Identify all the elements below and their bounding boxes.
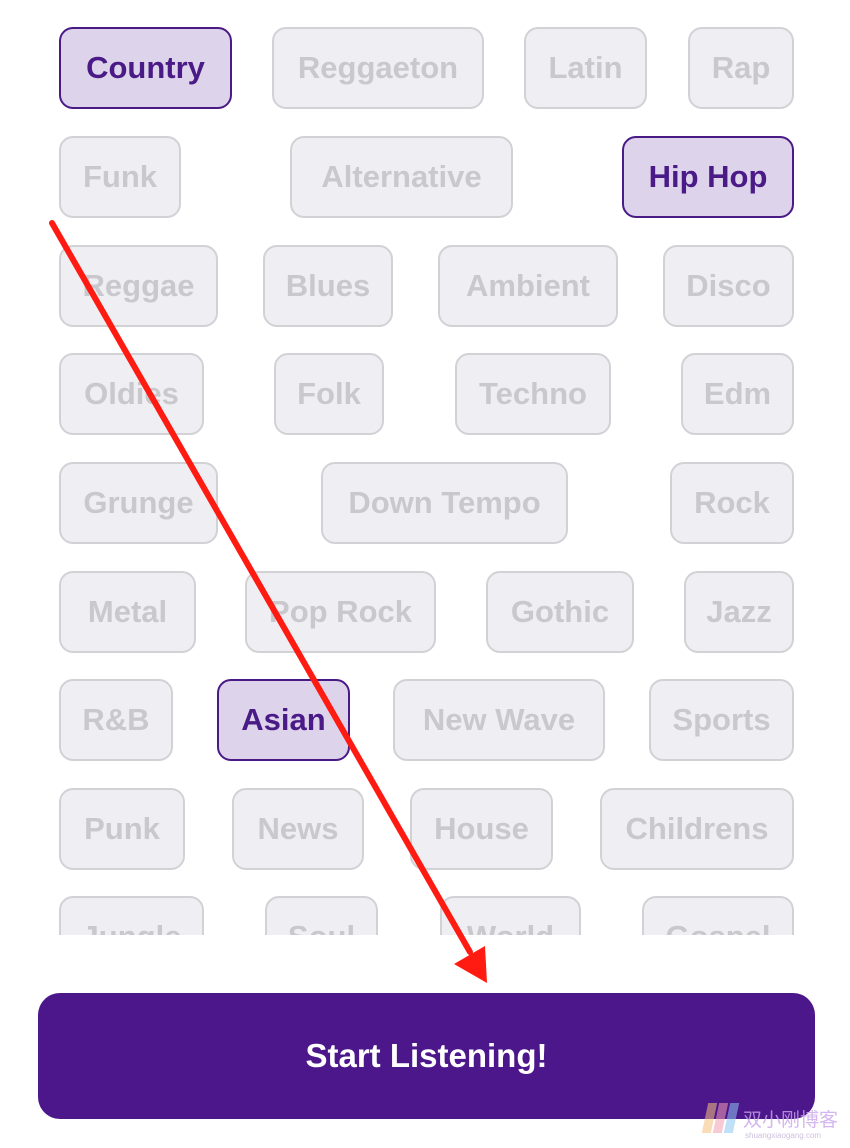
- genre-chip-jungle[interactable]: Jungle: [59, 896, 204, 935]
- genre-chip-folk[interactable]: Folk: [274, 353, 384, 435]
- genre-chip-childrens[interactable]: Childrens: [600, 788, 794, 870]
- genre-chip-reggae[interactable]: Reggae: [59, 245, 218, 327]
- genre-chip-punk[interactable]: Punk: [59, 788, 185, 870]
- genre-chip-rock[interactable]: Rock: [670, 462, 794, 544]
- watermark: 双小刚博客 shuangxiaogang.com: [701, 1103, 850, 1148]
- genre-chip-sports[interactable]: Sports: [649, 679, 794, 761]
- genre-chip-down-tempo[interactable]: Down Tempo: [321, 462, 568, 544]
- genre-chip-country[interactable]: Country: [59, 27, 232, 109]
- watermark-text: 双小刚博客: [743, 1109, 839, 1131]
- genre-chip-blues[interactable]: Blues: [263, 245, 393, 327]
- genre-chip-latin[interactable]: Latin: [524, 27, 647, 109]
- genre-chip-new-wave[interactable]: New Wave: [393, 679, 605, 761]
- start-listening-button[interactable]: Start Listening!: [38, 993, 815, 1119]
- genre-chip-house[interactable]: House: [410, 788, 553, 870]
- genre-chip-news[interactable]: News: [232, 788, 364, 870]
- genre-chip-gospel[interactable]: Gospel: [642, 896, 794, 935]
- genre-chip-rap[interactable]: Rap: [688, 27, 794, 109]
- genre-chip-alternative[interactable]: Alternative: [290, 136, 513, 218]
- genre-chip-asian[interactable]: Asian: [217, 679, 350, 761]
- genre-chip-pop-rock[interactable]: Pop Rock: [245, 571, 436, 653]
- genre-chip-r-and-b[interactable]: R&B: [59, 679, 173, 761]
- genre-chip-grunge[interactable]: Grunge: [59, 462, 218, 544]
- genre-chip-reggaeton[interactable]: Reggaeton: [272, 27, 484, 109]
- genre-chip-jazz[interactable]: Jazz: [684, 571, 794, 653]
- genre-chip-metal[interactable]: Metal: [59, 571, 196, 653]
- genre-chip-gothic[interactable]: Gothic: [486, 571, 634, 653]
- genre-chip-soul[interactable]: Soul: [265, 896, 378, 935]
- genre-chip-hip-hop[interactable]: Hip Hop: [622, 136, 794, 218]
- genre-chip-funk[interactable]: Funk: [59, 136, 181, 218]
- genre-chip-ambient[interactable]: Ambient: [438, 245, 618, 327]
- genre-chip-disco[interactable]: Disco: [663, 245, 794, 327]
- genre-chip-world[interactable]: World: [440, 896, 581, 935]
- genre-chip-techno[interactable]: Techno: [455, 353, 611, 435]
- genre-selection-grid: Country Reggaeton Latin Rap Funk Alterna…: [0, 0, 850, 935]
- watermark-subtext: shuangxiaogang.com: [745, 1131, 822, 1140]
- genre-chip-oldies[interactable]: Oldies: [59, 353, 204, 435]
- genre-chip-edm[interactable]: Edm: [681, 353, 794, 435]
- watermark-logo-icon: [701, 1103, 740, 1133]
